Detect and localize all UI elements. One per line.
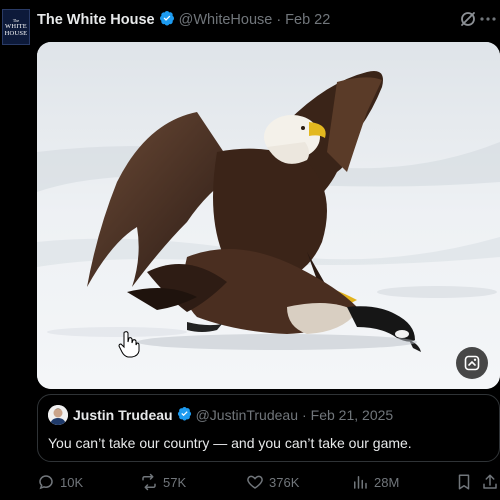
more-options-icon[interactable] — [478, 12, 498, 26]
author-avatar[interactable]: The WHITE HOUSE — [2, 9, 30, 45]
heart-icon — [247, 475, 263, 489]
quoted-separator: · — [302, 407, 307, 423]
views-chart-icon — [354, 476, 367, 489]
views-button[interactable]: 28M — [351, 472, 399, 492]
quoted-verified-badge-icon — [177, 406, 192, 424]
grok-icon[interactable] — [459, 10, 477, 28]
media-options-button[interactable] — [456, 347, 488, 379]
action-bar: 10K 57K 376K 28M — [37, 472, 500, 492]
quoted-header: Justin Trudeau @JustinTrudeau · Feb 21, … — [48, 405, 393, 425]
reply-count: 10K — [60, 474, 84, 490]
share-icon — [483, 474, 497, 489]
bookmark-icon — [458, 474, 470, 490]
post-media-image[interactable] — [37, 42, 500, 389]
repost-button[interactable]: 57K — [140, 472, 186, 492]
reply-icon — [39, 475, 53, 490]
quoted-handle: @JustinTrudeau — [195, 407, 298, 423]
bookmark-button[interactable] — [455, 472, 478, 492]
repost-count: 57K — [163, 474, 187, 490]
quoted-author-name: Justin Trudeau — [73, 407, 173, 423]
like-button[interactable]: 376K — [246, 472, 299, 492]
quoted-avatar — [48, 405, 68, 425]
like-count: 376K — [269, 474, 300, 490]
quoted-post[interactable]: Justin Trudeau @JustinTrudeau · Feb 21, … — [37, 394, 500, 462]
author-handle[interactable]: @WhiteHouse — [179, 12, 273, 28]
header-separator: · — [276, 12, 282, 28]
media-options-icon — [464, 355, 480, 371]
avatar-big-text: WHITE HOUSE — [4, 22, 28, 37]
quoted-date: Feb 21, 2025 — [310, 407, 394, 423]
reply-button[interactable]: 10K — [37, 472, 83, 492]
author-name[interactable]: The White House — [37, 12, 155, 28]
verified-badge-icon — [159, 10, 175, 30]
quoted-text: You can’t take our country — and you can… — [48, 435, 412, 451]
post-date[interactable]: Feb 22 — [285, 12, 330, 28]
repost-icon — [142, 473, 156, 491]
hand-cursor-icon — [118, 330, 140, 358]
post-header: The White House @WhiteHouse · Feb 22 — [37, 11, 330, 29]
eagle-goose-photo — [37, 42, 500, 389]
share-button[interactable] — [481, 472, 500, 492]
views-count: 28M — [374, 474, 400, 490]
